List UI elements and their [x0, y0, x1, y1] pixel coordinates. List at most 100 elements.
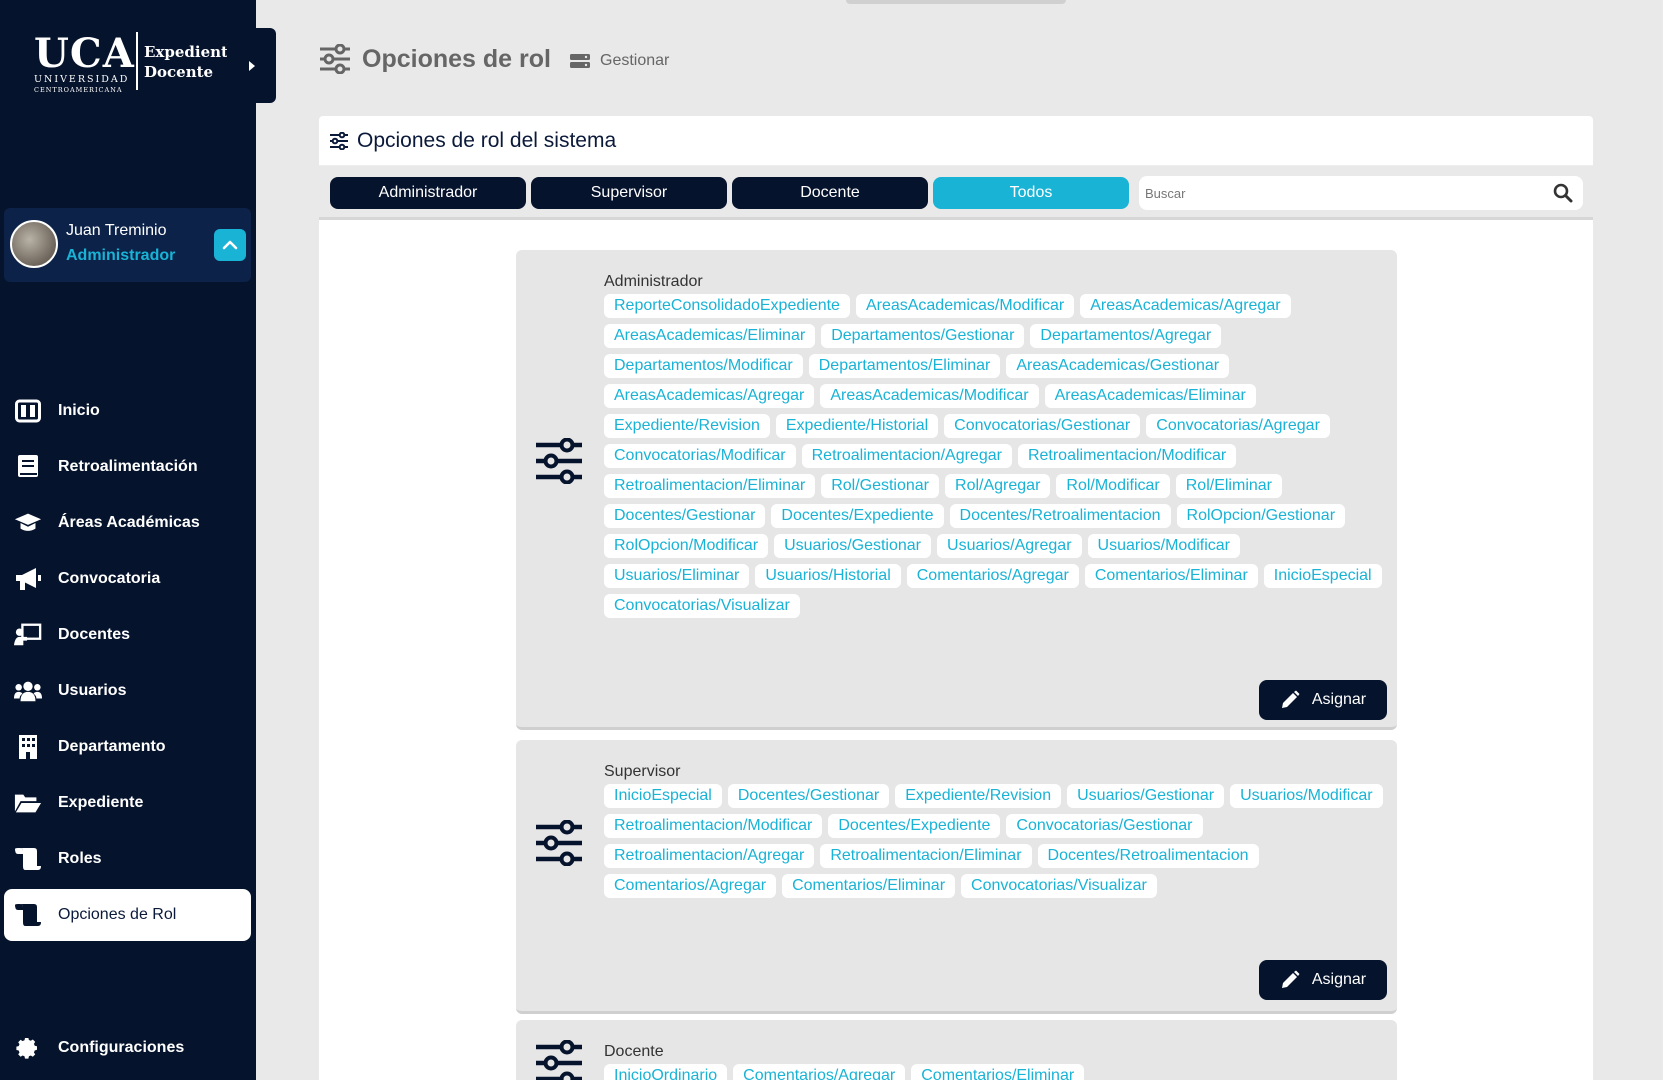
role-option-chip: Convocatorias/Agregar — [1146, 414, 1330, 438]
logo-app-line1: Expediente — [144, 43, 238, 61]
role-option-chip: Comentarios/Eliminar — [782, 874, 956, 898]
sidebar-item-convocatoria[interactable]: Convocatoria — [4, 553, 251, 605]
sidebar-collapse-button[interactable] — [227, 28, 276, 103]
filter-docente-button[interactable]: Docente — [732, 177, 928, 209]
filter-todos-button[interactable]: Todos — [933, 177, 1129, 209]
sidebar-item-label: Roles — [58, 850, 102, 867]
role-card-supervisor: Supervisor InicioEspecial Docentes/Gestio… — [516, 740, 1397, 1014]
role-options-list: ReporteConsolidadoExpediente AreasAcademi… — [604, 294, 1384, 618]
role-option-chip: AreasAcademicas/Gestionar — [1006, 354, 1230, 378]
role-option-chip: Convocatorias/Modificar — [604, 444, 796, 468]
sidebar-item-configuraciones[interactable]: Configuraciones — [4, 1022, 251, 1074]
role-option-chip: Comentarios/Eliminar — [1084, 564, 1258, 588]
logo-uca-text: UCA — [34, 30, 135, 77]
role-option-chip: Comentarios/Agregar — [733, 1064, 906, 1080]
sliders-icon — [536, 438, 582, 484]
role-name: Administrador — [604, 273, 703, 290]
megaphone-icon — [14, 565, 42, 593]
role-option-chip: Docentes/Gestionar — [727, 784, 890, 808]
panel-header: Opciones de rol del sistema — [319, 116, 1593, 166]
assign-button[interactable]: Asignar — [1259, 960, 1387, 1000]
folder-open-icon — [14, 789, 42, 817]
sidebar-item-label: Inicio — [58, 402, 100, 419]
role-option-chip: Retroalimentacion/Agregar — [801, 444, 1012, 468]
role-option-chip: Convocatorias/Gestionar — [1006, 814, 1203, 838]
role-option-chip: Departamentos/Gestionar — [821, 324, 1025, 348]
role-option-chip: Rol/Modificar — [1056, 474, 1170, 498]
sidebar-item-label: Convocatoria — [58, 570, 161, 587]
filter-supervisor-button[interactable]: Supervisor — [531, 177, 727, 209]
gear-icon — [14, 1034, 42, 1062]
role-filter-bar: Administrador Supervisor Docente Todos — [319, 166, 1593, 220]
role-card-docente: Docente InicioOrdinario Comentarios/Agreg… — [516, 1020, 1397, 1080]
assign-button[interactable]: Asignar — [1259, 680, 1387, 720]
user-card[interactable]: Juan Treminio Administrador — [4, 208, 251, 282]
search-box — [1139, 176, 1583, 210]
user-role: Administrador — [66, 247, 176, 264]
building-icon — [14, 733, 42, 761]
sidebar-item-retroalimentacion[interactable]: Retroalimentación — [4, 441, 251, 493]
role-option-chip: Rol/Agregar — [945, 474, 1051, 498]
role-option-chip: RolOpcion/Modificar — [604, 534, 769, 558]
pencil-icon — [1281, 690, 1300, 708]
logo-centroamericana-text: CENTROAMERICANA — [34, 86, 123, 94]
role-card-administrador: Administrador ReporteConsolidadoExpedien… — [516, 250, 1397, 730]
logo-universidad-text: UNIVERSIDAD — [34, 74, 130, 85]
role-option-chip: Retroalimentacion/Modificar — [1017, 444, 1237, 468]
top-pull-tab[interactable] — [846, 0, 1066, 4]
role-option-chip: Comentarios/Agregar — [906, 564, 1079, 588]
sidebar-item-label: Usuarios — [58, 682, 127, 699]
role-option-chip: Convocatorias/Visualizar — [604, 594, 800, 618]
search-input[interactable] — [1145, 182, 1545, 204]
role-option-chip: ReporteConsolidadoExpediente — [604, 294, 850, 318]
role-option-chip: Expediente/Revision — [895, 784, 1062, 808]
role-option-chip: Convocatorias/Visualizar — [961, 874, 1157, 898]
role-option-chip: InicioEspecial — [1263, 564, 1382, 588]
scroll-icon — [14, 901, 42, 929]
sidebar-item-roles[interactable]: Roles — [4, 833, 251, 885]
sidebar-item-areas-academicas[interactable]: Áreas Académicas — [4, 497, 251, 549]
sidebar-item-inicio[interactable]: Inicio — [4, 385, 251, 437]
role-option-chip: Rol/Gestionar — [821, 474, 940, 498]
page-title: Opciones de rol — [318, 44, 551, 74]
uca-logo[interactable]: UCA UNIVERSIDAD CENTROAMERICANA Expedien… — [30, 30, 238, 94]
role-option-chip: InicioEspecial — [604, 784, 722, 808]
columns-icon — [14, 397, 42, 425]
role-option-chip: RolOpcion/Gestionar — [1176, 504, 1346, 528]
role-option-chip: Comentarios/Eliminar — [911, 1064, 1085, 1080]
role-option-chip: AreasAcademicas/Modificar — [855, 294, 1075, 318]
sidebar-item-expediente[interactable]: Expediente — [4, 777, 251, 829]
sidebar-item-label: Opciones de Rol — [58, 906, 177, 923]
user-name: Juan Treminio — [66, 222, 167, 239]
sidebar-item-usuarios[interactable]: Usuarios — [4, 665, 251, 717]
role-option-chip: Usuarios/Gestionar — [774, 534, 932, 558]
sliders-icon — [536, 1040, 582, 1080]
sidebar: UCA UNIVERSIDAD CENTROAMERICANA Expedien… — [0, 0, 256, 1080]
role-name: Supervisor — [604, 763, 681, 780]
logo-app-line2: Docente — [144, 63, 214, 81]
breadcrumb: Gestionar — [570, 52, 669, 70]
role-option-chip: Retroalimentacion/Eliminar — [604, 474, 816, 498]
sidebar-item-label: Departamento — [58, 738, 166, 755]
server-icon — [570, 54, 590, 68]
role-option-chip: Retroalimentacion/Agregar — [604, 844, 815, 868]
role-option-chip: Docentes/Retroalimentacion — [1037, 844, 1259, 868]
role-option-chip: Departamentos/Eliminar — [808, 354, 1001, 378]
caret-right-icon — [248, 60, 255, 71]
avatar — [10, 220, 58, 268]
filter-administrador-button[interactable]: Administrador — [330, 177, 526, 209]
logo-divider — [136, 32, 138, 90]
sidebar-item-docentes[interactable]: Docentes — [4, 609, 251, 661]
sidebar-item-opciones-de-rol[interactable]: Opciones de Rol — [4, 889, 251, 941]
search-icon[interactable] — [1553, 183, 1573, 203]
role-option-chip: Docentes/Expediente — [771, 504, 944, 528]
role-option-chip: AreasAcademicas/Eliminar — [604, 324, 816, 348]
role-option-chip: Docentes/Gestionar — [604, 504, 766, 528]
sidebar-item-label: Áreas Académicas — [58, 514, 200, 531]
scroll-icon — [14, 845, 42, 873]
sidebar-item-departamento[interactable]: Departamento — [4, 721, 251, 773]
role-option-chip: Usuarios/Agregar — [937, 534, 1082, 558]
user-menu-toggle-button[interactable] — [214, 229, 246, 261]
users-icon — [14, 677, 42, 705]
chalkboard-teacher-icon — [14, 621, 42, 649]
